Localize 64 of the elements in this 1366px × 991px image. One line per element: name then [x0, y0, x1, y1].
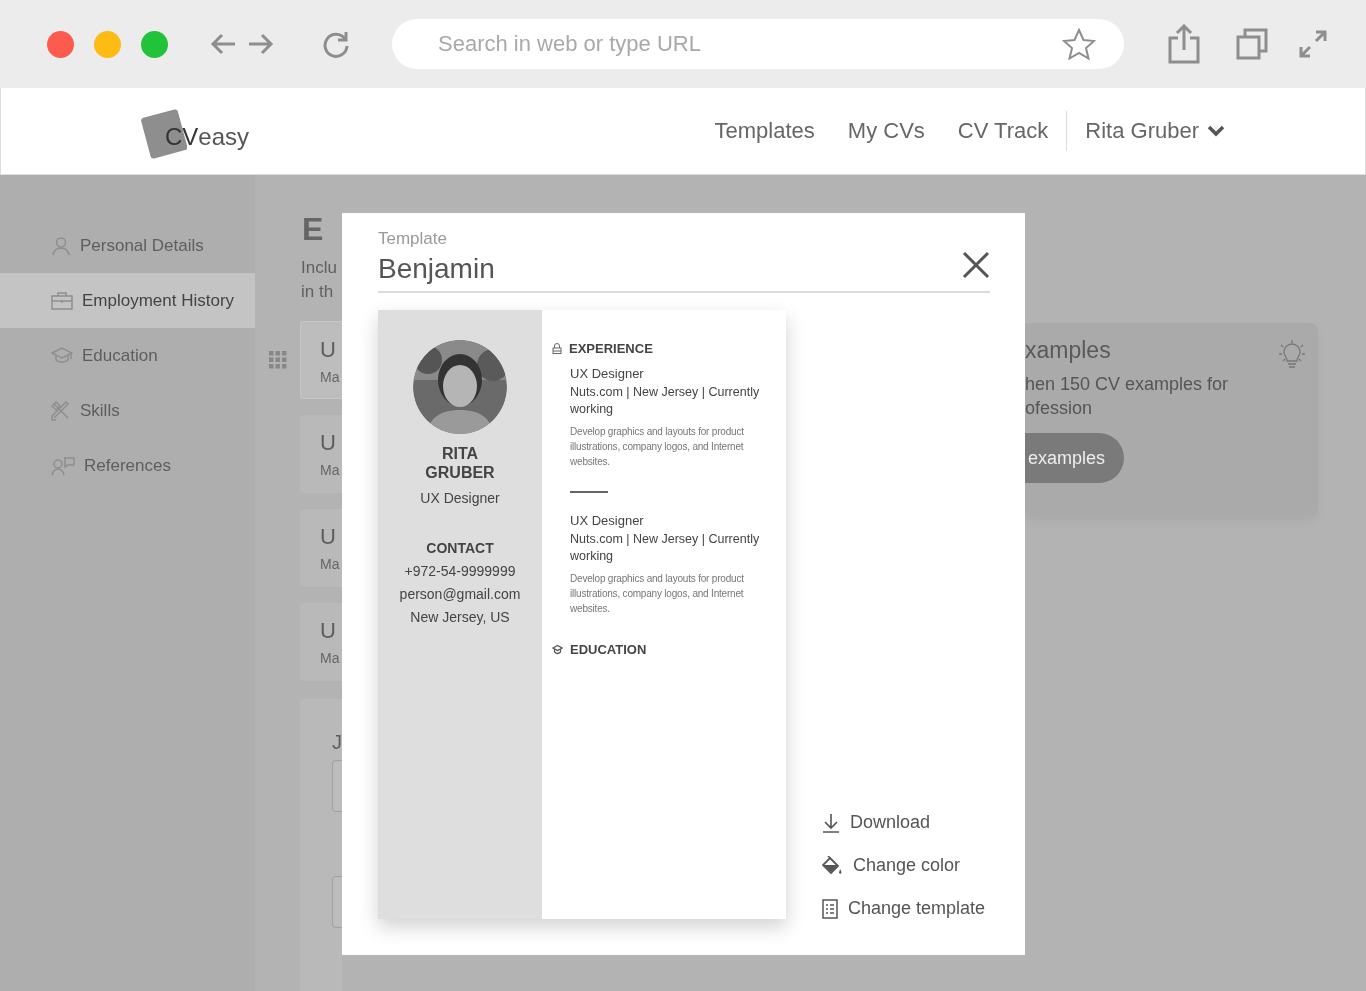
form-panel: J — [300, 699, 342, 991]
document-list-icon — [822, 898, 838, 919]
examples-button[interactable]: examples — [1025, 433, 1124, 483]
people-icon — [51, 455, 75, 476]
graduation-cap-icon — [552, 644, 563, 655]
action-button[interactable]: Download — [822, 812, 986, 833]
person-icon — [51, 235, 71, 256]
back-arrow-icon[interactable] — [210, 33, 236, 55]
cv-role: UX Designer — [420, 490, 500, 506]
dialog-title: Benjamin — [378, 253, 495, 285]
graduation-cap-icon — [51, 345, 73, 366]
job-title: UX Designer — [570, 513, 645, 528]
lightbulb-icon — [1278, 339, 1306, 369]
drag-handle-icon[interactable] — [269, 351, 287, 369]
share-icon[interactable] — [1168, 24, 1200, 64]
lock-icon — [552, 343, 562, 354]
close-button[interactable] — [962, 251, 990, 279]
nav-link[interactable]: CV Track — [957, 118, 1049, 144]
job-meta: Nuts.com | New Jersey | Currently working — [570, 384, 761, 418]
star-icon[interactable] — [1062, 28, 1096, 60]
contact-detail: +972-54-9999999 — [404, 563, 516, 579]
page-heading: E — [302, 211, 325, 248]
minimize-window-button[interactable] — [94, 30, 121, 58]
action-button[interactable]: Change color — [822, 855, 986, 876]
close-icon — [962, 251, 990, 279]
sidebar-item[interactable]: Employment History — [0, 273, 255, 328]
maximize-window-button[interactable] — [141, 30, 168, 58]
cv-name: RITA GRUBER — [425, 444, 495, 482]
job-title: UX Designer — [570, 366, 645, 381]
job-card[interactable]: U Ma — [300, 603, 342, 681]
job-description: Develop graphics and layouts for product illustrations, company logos, and Internet websites. — [570, 425, 745, 469]
briefcase-icon — [51, 290, 73, 311]
nav-link[interactable]: Templates — [714, 118, 815, 144]
job-meta: Nuts.com | New Jersey | Currently working — [570, 531, 761, 565]
dialog-label: Template — [378, 229, 448, 249]
expand-icon[interactable] — [1299, 30, 1327, 58]
pencil-ruler-icon — [51, 400, 71, 421]
action-button[interactable]: Change template — [822, 898, 986, 919]
download-icon — [822, 812, 840, 833]
section-heading: EXPERIENCE — [569, 341, 653, 356]
job-card[interactable]: U Ma — [300, 415, 342, 493]
sidebar-item[interactable]: References — [0, 438, 255, 493]
examples-description: hen 150 CV examples for ofession — [1025, 373, 1230, 420]
url-field[interactable]: Search in web or type URL — [392, 19, 1124, 69]
contact-detail: person@gmail.com — [399, 586, 521, 602]
section-heading: EDUCATION — [570, 642, 647, 657]
close-window-button[interactable] — [47, 30, 74, 58]
reload-icon[interactable] — [322, 30, 350, 58]
chevron-down-icon — [1207, 125, 1225, 137]
job-description: Develop graphics and layouts for product illustrations, company logos, and Internet websites. — [570, 572, 745, 616]
sidebar-item[interactable]: Education — [0, 328, 255, 383]
paint-bucket-icon — [822, 855, 843, 876]
sidebar-item[interactable]: Personal Details — [0, 218, 255, 273]
job-card[interactable]: U Ma — [300, 321, 342, 399]
sidebar-item[interactable]: Skills — [0, 383, 255, 438]
nav-link[interactable]: My CVs — [847, 118, 925, 144]
contact-heading: CONTACT — [426, 540, 494, 556]
windows-icon[interactable] — [1236, 28, 1268, 60]
intro-text: Inclu in th — [301, 257, 338, 303]
contact-detail: New Jersey, US — [410, 609, 510, 625]
examples-title: xamples — [1025, 337, 1111, 364]
user-menu[interactable]: Rita Gruber — [1085, 118, 1225, 144]
job-card[interactable]: U Ma — [300, 509, 342, 587]
forward-arrow-icon[interactable] — [248, 33, 274, 55]
